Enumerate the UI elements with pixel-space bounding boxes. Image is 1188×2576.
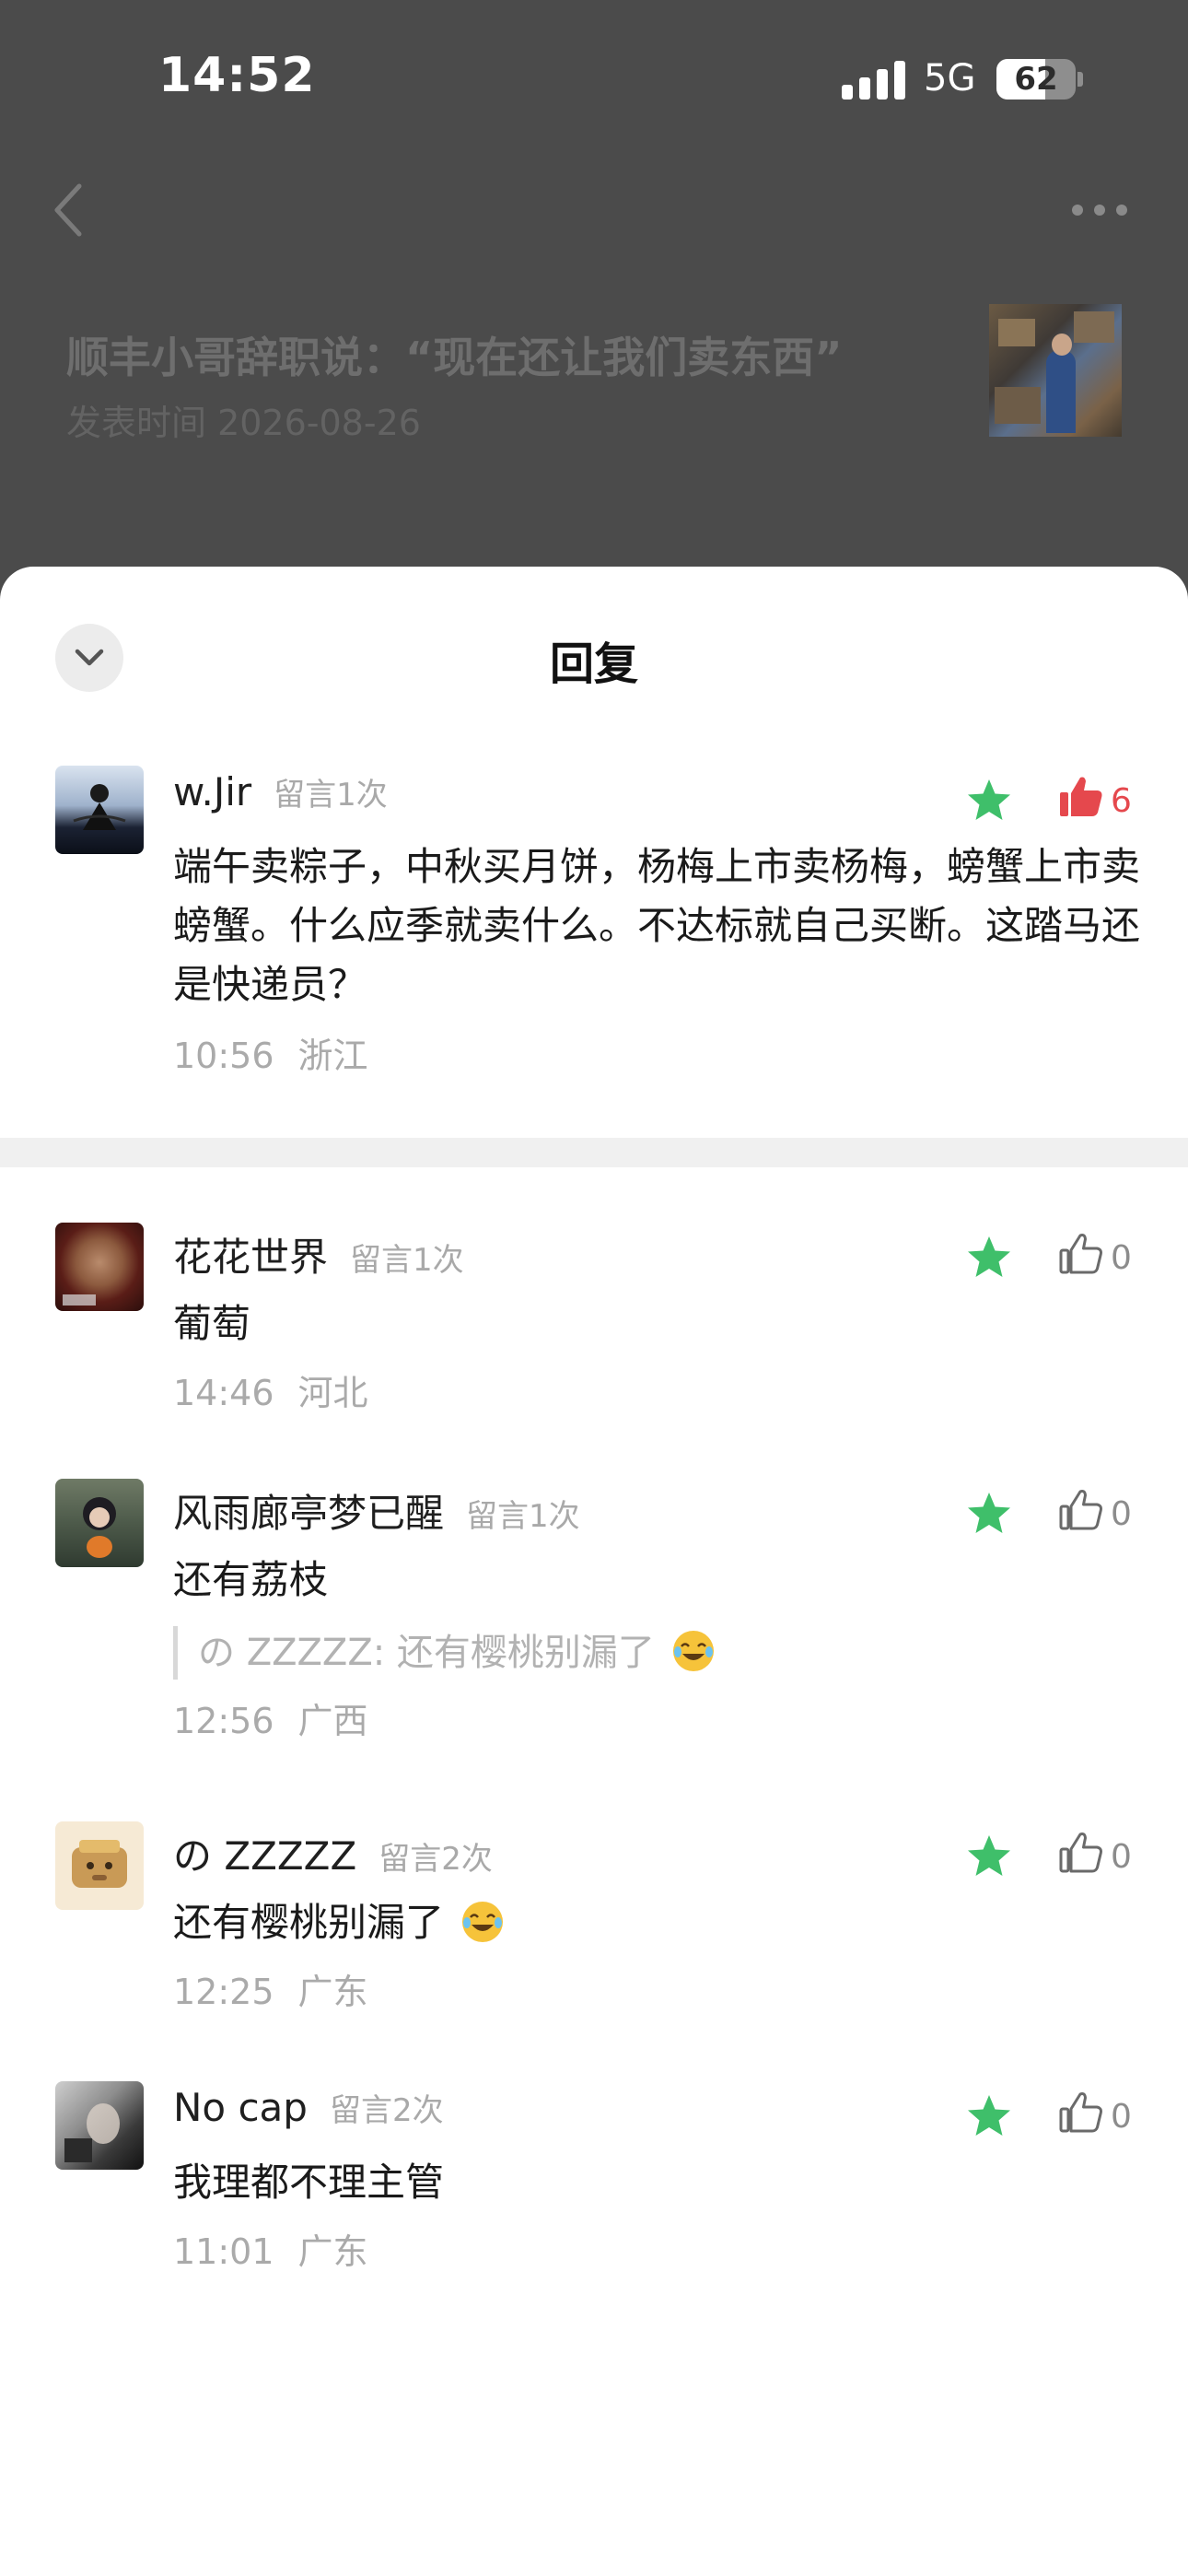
comment-region: 浙江 [297,1036,368,1076]
comment-meta: 11:01 广东 [173,2223,368,2274]
comment-region: 广东 [297,2231,368,2272]
commenter-name-text[interactable]: 风雨廊亭梦已醒 [173,1491,444,1536]
tears-of-joy-emoji [672,1631,714,1671]
comment-text: 端午卖粽子，中秋买月饼，杨梅上市卖杨梅，螃蟹上市卖螃蟹。什么应季就卖什么。不达标… [173,844,1141,1007]
comment-region: 广东 [297,1972,368,2012]
star-icon[interactable] [965,777,1013,825]
comment-count: 留言1次 [466,1498,580,1535]
commenter-name-text[interactable]: No cap [173,2085,308,2130]
background-article-page: 14:52 5G 62 顺丰小哥辞职说：“现在还让我们卖东西” 发表时间 202… [0,0,1188,645]
quoted-text: の ZZZZZ: 还有樱桃别漏了 [198,1632,655,1674]
comment-region: 河北 [297,1373,368,1413]
comment-text: 葡萄 [173,1301,251,1346]
avatar[interactable] [55,1821,144,1910]
avatar[interactable] [55,1479,144,1567]
like-count: 0 [1111,2098,1132,2136]
comment-time: 12:56 [173,1701,274,1741]
reply-item: の ZZZZZ 留言2次 0 还有樱桃别漏了 12:25 广东 [0,1821,1188,2024]
reply-item: No cap 留言2次 0 我理都不理主管 11:01 广东 [0,2081,1188,2284]
thumbs-up-icon[interactable] [1057,2089,1105,2137]
battery-level: 62 [1014,61,1058,98]
star-icon[interactable] [965,1234,1013,1282]
reply-item: 花花世界 留言1次 0 葡萄 14:46 河北 [0,1223,1188,1425]
commenter-name[interactable]: 花花世界 留言1次 [173,1226,464,1282]
like-count: 0 [1111,1239,1132,1277]
sheet-title: 回复 [549,638,638,690]
comment-meta: 12:25 广东 [173,1963,368,2014]
comment-time: 12:25 [173,1972,274,2012]
thumbs-up-icon[interactable] [1057,1486,1105,1534]
avatar[interactable] [55,2081,144,2170]
like-count: 0 [1111,1495,1132,1533]
quoted-reply[interactable]: の ZZZZZ: 还有樱桃别漏了 [173,1626,716,1680]
comment-count: 留言2次 [329,2092,444,2129]
article-thumbnail[interactable] [989,304,1122,437]
article-title[interactable]: 顺丰小哥辞职说：“现在还让我们卖东西” [66,324,950,385]
comment-text: 还有樱桃别漏了 [173,1893,1140,1952]
commenter-name-text[interactable]: w.Jir [173,769,251,814]
battery-cap [1077,72,1083,87]
like-count: 0 [1111,1838,1132,1876]
star-icon[interactable] [965,1832,1013,1880]
thumbs-up-icon[interactable] [1057,1230,1105,1278]
section-divider [0,1138,1188,1167]
thumbs-up-icon[interactable] [1057,1829,1105,1877]
comment-meta: 12:56 广西 [173,1692,368,1743]
commenter-name[interactable]: の ZZZZZ 留言2次 [173,1825,493,1881]
thumbs-up-icon[interactable] [1057,773,1105,821]
star-icon[interactable] [965,2092,1013,2140]
tears-of-joy-emoji [462,1902,504,1942]
star-icon[interactable] [965,1490,1013,1538]
comment-meta: 10:56 浙江 [173,1027,368,1078]
comment-text-content: 还有樱桃别漏了 [173,1900,445,1945]
article-date: 发表时间 2026-08-26 [66,403,421,443]
comment-time: 14:46 [173,1373,274,1413]
network-type: 5G [924,57,976,100]
comment-time: 10:56 [173,1036,274,1076]
battery-icon: 62 [996,59,1076,100]
status-bar: 14:52 5G 62 [0,0,1188,162]
commenter-name[interactable]: w.Jir 留言1次 [173,769,388,814]
commenter-name[interactable]: No cap 留言2次 [173,2085,444,2130]
avatar[interactable] [55,766,144,854]
chevron-left-icon[interactable] [50,181,87,240]
reply-item: 风雨廊亭梦已醒 留言1次 0 还有荔枝 の ZZZZZ: 还有樱桃别漏了 12:5… [0,1479,1188,1755]
commenter-name[interactable]: 风雨廊亭梦已醒 留言1次 [173,1482,580,1539]
comment-time: 11:01 [173,2231,274,2272]
status-time: 14:52 [158,48,316,103]
commenter-name-text[interactable]: 花花世界 [173,1235,328,1280]
commenter-name-text[interactable]: の ZZZZZ [173,1833,356,1879]
comment-text: 还有荔枝 [173,1557,329,1602]
like-count: 6 [1111,782,1132,820]
comment-count: 留言2次 [379,1841,493,1878]
reply-sheet: 回复 w.Jir 留言1次 6 端午卖粽子，中秋买月饼，杨梅上市卖杨梅，螃蟹上市卖… [0,567,1188,2576]
comment-text: 我理都不理主管 [173,2160,445,2205]
comment-region: 广西 [297,1701,368,1741]
signal-icon [842,61,906,100]
main-comment: w.Jir 留言1次 6 端午卖粽子，中秋买月饼，杨梅上市卖杨梅，螃蟹上市卖螃蟹。… [0,766,1188,1097]
comment-count: 留言1次 [350,1242,464,1279]
more-dots-icon[interactable] [1072,201,1127,219]
comment-meta: 14:46 河北 [173,1364,368,1415]
comment-count: 留言1次 [274,777,388,814]
avatar[interactable] [55,1223,144,1311]
